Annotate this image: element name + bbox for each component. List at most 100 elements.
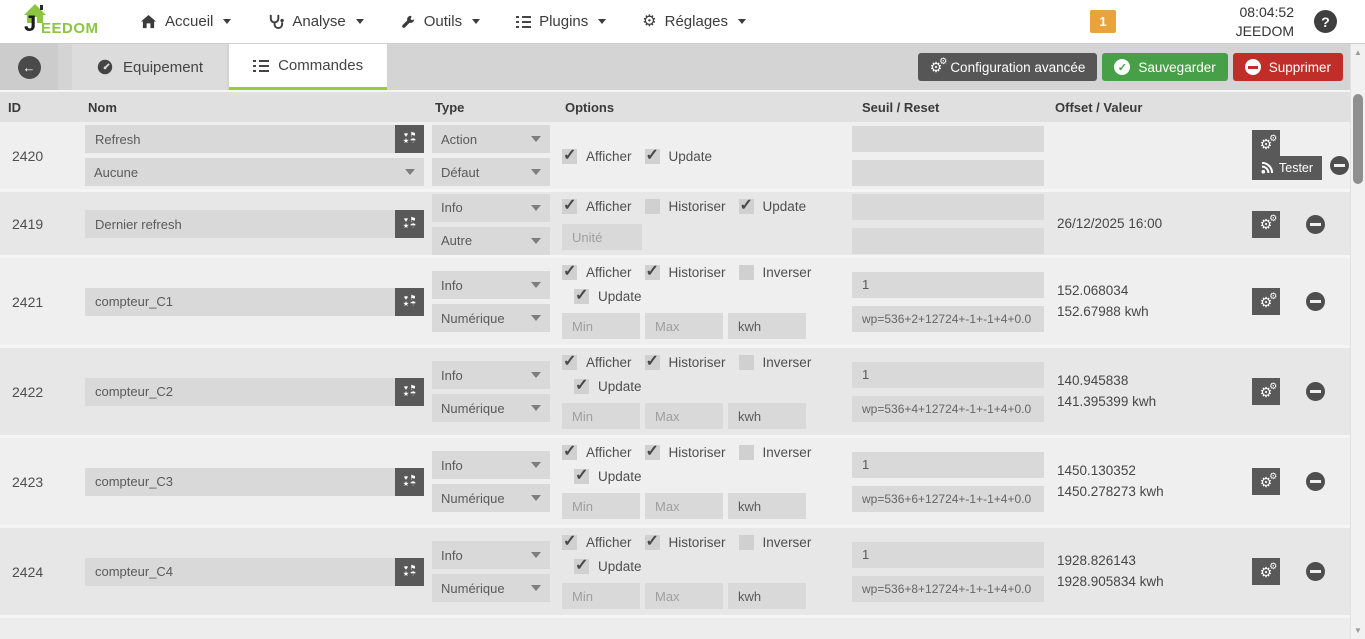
command-name-input[interactable] — [85, 467, 395, 496]
seuil-input[interactable] — [852, 194, 1044, 220]
tab-equipement[interactable]: Equipement — [72, 44, 228, 90]
tester-button[interactable]: Tester — [1252, 156, 1323, 180]
remove-command-button[interactable] — [1306, 472, 1325, 491]
checkbox-afficher[interactable]: Afficher — [562, 261, 632, 281]
min-input[interactable] — [562, 583, 640, 609]
scrollbar-thumb[interactable] — [1353, 94, 1363, 184]
menu-reglages[interactable]: ⚙ Réglages — [642, 13, 747, 30]
menu-plugins[interactable]: Plugins — [516, 13, 607, 30]
checkbox-inverser[interactable]: Inverser — [738, 535, 811, 550]
max-input[interactable] — [645, 583, 723, 609]
jeedom-logo[interactable]: J EEDOM — [14, 2, 100, 42]
subtype-select[interactable]: Numérique — [432, 304, 550, 332]
checkbox-afficher[interactable]: Afficher — [562, 351, 632, 371]
unit-input[interactable] — [728, 313, 806, 339]
command-name-input[interactable] — [85, 210, 395, 238]
save-button[interactable]: ✓ Sauvegarder — [1102, 53, 1228, 81]
help-icon[interactable]: ? — [1314, 10, 1337, 33]
checkbox-inverser[interactable]: Inverser — [738, 265, 811, 280]
configure-command-button[interactable]: ⚙ ⚙ — [1252, 288, 1280, 315]
checkbox-update[interactable]: Update — [574, 285, 642, 305]
seuil-input[interactable] — [852, 451, 1044, 478]
delete-button[interactable]: Supprimer — [1232, 53, 1343, 81]
menu-analyse[interactable]: Analyse — [267, 13, 364, 30]
unit-input[interactable] — [562, 224, 642, 250]
scroll-down-icon[interactable]: ▼ — [1351, 626, 1365, 635]
tab-commandes[interactable]: Commandes — [229, 44, 388, 90]
reset-input[interactable] — [852, 305, 1044, 332]
checkbox-afficher[interactable]: Afficher — [562, 531, 632, 551]
checkbox-update[interactable]: Update — [574, 465, 642, 485]
checkbox-update[interactable]: Update — [574, 375, 642, 395]
unit-input[interactable] — [728, 583, 806, 609]
menu-outils[interactable]: Outils — [400, 13, 481, 30]
choose-icon-button[interactable]: ♥ ⚑ ★ ☂ — [395, 467, 424, 496]
scroll-up-icon[interactable]: ▲ — [1351, 48, 1365, 57]
type-select[interactable]: Action — [432, 125, 550, 153]
reset-input[interactable] — [852, 485, 1044, 512]
menu-accueil[interactable]: Accueil — [140, 13, 232, 30]
unit-input[interactable] — [728, 403, 806, 429]
notification-badge[interactable]: 1 — [1090, 10, 1116, 33]
checkbox-update[interactable]: Update — [574, 555, 642, 575]
type-select[interactable]: Info — [432, 271, 550, 299]
max-input[interactable] — [645, 493, 723, 519]
unit-input[interactable] — [728, 493, 806, 519]
linked-info-select[interactable]: Aucune — [85, 158, 424, 186]
configure-command-button[interactable]: ⚙ ⚙ — [1252, 558, 1280, 585]
command-name-input[interactable] — [85, 125, 395, 153]
seuil-input[interactable] — [852, 361, 1044, 388]
reset-input[interactable] — [852, 159, 1044, 186]
choose-icon-button[interactable]: ♥ ⚑ ★ ☂ — [395, 125, 424, 153]
checkbox-afficher[interactable]: Afficher — [562, 145, 632, 165]
remove-command-button[interactable] — [1306, 214, 1325, 234]
remove-command-button[interactable] — [1330, 156, 1350, 175]
checkbox-historiser[interactable]: Historiser — [644, 261, 726, 281]
remove-command-button[interactable] — [1306, 292, 1325, 311]
checkbox-historiser[interactable]: Historiser — [644, 441, 726, 461]
reset-input[interactable] — [852, 395, 1044, 422]
command-name-input[interactable] — [85, 557, 395, 586]
checkbox-inverser[interactable]: Inverser — [738, 355, 811, 370]
subtype-select[interactable]: Numérique — [432, 574, 550, 602]
subtype-select[interactable]: Défaut — [432, 158, 550, 186]
vertical-scrollbar[interactable]: ▲ ▼ — [1350, 44, 1365, 639]
checkbox-historiser[interactable]: Historiser — [644, 531, 726, 551]
subtype-select[interactable]: Autre — [432, 226, 550, 255]
reset-input[interactable] — [852, 228, 1044, 254]
checkbox-historiser[interactable]: Historiser — [644, 351, 726, 371]
configure-command-button[interactable]: ⚙ ⚙ — [1252, 468, 1280, 495]
type-select[interactable]: Info — [432, 541, 550, 569]
command-name-input[interactable] — [85, 287, 395, 316]
remove-command-button[interactable] — [1306, 382, 1325, 401]
max-input[interactable] — [645, 403, 723, 429]
min-input[interactable] — [562, 313, 640, 339]
checkbox-historiser[interactable]: Historiser — [644, 199, 726, 214]
type-select[interactable]: Info — [432, 361, 550, 389]
configure-command-button[interactable]: ⚙ ⚙ — [1252, 210, 1280, 238]
min-input[interactable] — [562, 403, 640, 429]
choose-icon-button[interactable]: ♥ ⚑ ★ ☂ — [395, 377, 424, 406]
seuil-input[interactable] — [852, 125, 1044, 152]
configure-command-button[interactable]: ⚙ ⚙ — [1252, 130, 1280, 157]
min-input[interactable] — [562, 493, 640, 519]
advanced-config-button[interactable]: ⚙ ⚙ Configuration avancée — [917, 53, 1098, 81]
checkbox-update[interactable]: Update — [644, 145, 712, 165]
choose-icon-button[interactable]: ♥ ⚑ ★ ☂ — [395, 557, 424, 586]
subtype-select[interactable]: Numérique — [432, 484, 550, 512]
type-select[interactable]: Info — [432, 193, 550, 222]
checkbox-inverser[interactable]: Inverser — [738, 445, 811, 460]
remove-command-button[interactable] — [1306, 562, 1325, 581]
choose-icon-button[interactable]: ♥ ⚑ ★ ☂ — [395, 287, 424, 316]
command-name-input[interactable] — [85, 377, 395, 406]
seuil-input[interactable] — [852, 541, 1044, 568]
subtype-select[interactable]: Numérique — [432, 394, 550, 422]
back-button[interactable]: ← — [0, 44, 58, 90]
max-input[interactable] — [645, 313, 723, 339]
seuil-input[interactable] — [852, 271, 1044, 298]
type-select[interactable]: Info — [432, 451, 550, 479]
checkbox-afficher[interactable]: Afficher — [562, 441, 632, 461]
choose-icon-button[interactable]: ♥ ⚑ ★ ☂ — [395, 210, 424, 238]
configure-command-button[interactable]: ⚙ ⚙ — [1252, 378, 1280, 405]
checkbox-update[interactable]: Update — [738, 195, 806, 215]
